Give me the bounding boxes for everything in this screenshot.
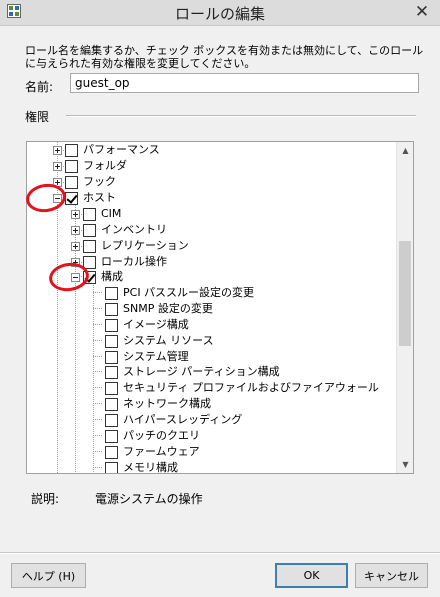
permission-checkbox[interactable]: [105, 334, 118, 348]
tree-node-inventory[interactable]: インベントリ: [71, 222, 167, 238]
close-icon[interactable]: ✕: [415, 2, 429, 22]
tree-node-label: ハイパースレッディング: [123, 413, 243, 426]
permission-checkbox[interactable]: [105, 429, 118, 443]
permission-checkbox[interactable]: [65, 159, 78, 173]
tree-node-storage-partition[interactable]: ストレージ パーティション構成: [105, 364, 280, 380]
tree-node-performance[interactable]: パフォーマンス: [53, 142, 160, 158]
permission-checkbox[interactable]: [83, 207, 96, 221]
tree-node-patch-query[interactable]: パッチのクエリ: [105, 428, 200, 444]
permission-checkbox[interactable]: [105, 365, 118, 379]
tree-node-cim[interactable]: CIM: [71, 206, 121, 222]
scroll-down-button[interactable]: ▼: [397, 456, 413, 473]
name-input[interactable]: [70, 73, 419, 93]
permission-checkbox[interactable]: [65, 143, 78, 157]
chevron-down-icon[interactable]: ▼: [402, 460, 408, 469]
tree-node-label: システム リソース: [123, 334, 214, 347]
button-separator: [0, 552, 440, 554]
tree-node-label: PCI パススルー設定の変更: [123, 286, 255, 299]
expand-icon[interactable]: [71, 241, 80, 251]
tree-node-hook[interactable]: フック: [53, 174, 116, 190]
permission-checkbox[interactable]: [105, 413, 118, 427]
expand-icon[interactable]: [53, 145, 62, 155]
tree-node-label: インベントリ: [101, 223, 167, 236]
tree-node-label: ネットワーク構成: [123, 397, 211, 410]
explanation-label: 説明:: [31, 492, 60, 506]
tree-node-network-config[interactable]: ネットワーク構成: [105, 396, 211, 412]
permission-checkbox[interactable]: [105, 445, 118, 459]
permissions-label: 権限: [25, 110, 50, 124]
tree-node-system-management[interactable]: システム管理: [105, 349, 189, 365]
tree-node-memory-config[interactable]: メモリ構成: [105, 460, 178, 474]
dialog-description: ロール名を編集するか、チェック ボックスを有効または無効にして、このロールに与え…: [25, 44, 424, 70]
chevron-up-icon[interactable]: ▲: [402, 146, 408, 155]
tree-node-label: ファームウェア: [123, 445, 200, 458]
permission-checkbox[interactable]: [105, 350, 118, 364]
permission-checkbox[interactable]: [65, 175, 78, 189]
tree-node-firmware[interactable]: ファームウェア: [105, 444, 200, 460]
tree-node-label: レプリケーション: [101, 239, 189, 252]
window-title: ロールの編集: [174, 5, 265, 23]
tree-node-label: システム管理: [123, 350, 189, 363]
scroll-thumb[interactable]: [399, 241, 411, 346]
tree-node-label: 構成: [101, 270, 123, 283]
permission-checkbox[interactable]: [105, 381, 118, 395]
tree-node-label: イメージ構成: [123, 318, 189, 331]
tree-node-image-config[interactable]: イメージ構成: [105, 317, 189, 333]
tree-node-label: パフォーマンス: [83, 143, 160, 156]
expand-icon[interactable]: [71, 225, 80, 235]
tree-node-label: フック: [83, 175, 116, 188]
tree-node-label: フォルダ: [83, 159, 127, 172]
tree-scrollbar[interactable]: ▲ ▼: [396, 142, 413, 473]
permission-checkbox[interactable]: [105, 397, 118, 411]
scroll-up-button[interactable]: ▲: [397, 142, 413, 159]
tree-node-snmp[interactable]: SNMP 設定の変更: [105, 301, 213, 317]
name-label: 名前:: [25, 80, 54, 94]
expand-icon[interactable]: [53, 161, 62, 171]
cancel-button[interactable]: キャンセル: [355, 563, 428, 588]
tree-node-hyperthreading[interactable]: ハイパースレッディング: [105, 412, 242, 428]
permission-checkbox[interactable]: [83, 239, 96, 253]
tree-node-label: SNMP 設定の変更: [123, 302, 213, 315]
tree-node-label: CIM: [101, 207, 122, 220]
tree-node-pci-passthrough[interactable]: PCI パススルー設定の変更: [105, 285, 254, 301]
permission-checkbox[interactable]: [105, 286, 118, 300]
close-button[interactable]: ✕: [408, 1, 436, 23]
permission-checkbox[interactable]: [105, 302, 118, 316]
tree-node-label: ローカル操作: [101, 255, 167, 268]
help-button[interactable]: ヘルプ (H): [11, 563, 86, 588]
permissions-tree[interactable]: パフォーマンス フォルダ フック ホスト CIM インベントリ レプリケーション…: [26, 141, 414, 474]
tree-node-label: ストレージ パーティション構成: [123, 365, 280, 378]
permission-checkbox[interactable]: [83, 223, 96, 237]
title-bar: ロールの編集 ✕: [0, 0, 440, 26]
ok-button[interactable]: OK: [275, 563, 348, 588]
permission-checkbox[interactable]: [105, 461, 118, 473]
tree-node-security-firewall[interactable]: セキュリティ プロファイルおよびファイアウォール: [105, 380, 379, 396]
tree-node-label: メモリ構成: [123, 461, 178, 474]
tree-node-system-resources[interactable]: システム リソース: [105, 333, 214, 349]
expand-icon[interactable]: [71, 209, 80, 219]
explanation-value: 電源システムの操作: [95, 492, 203, 506]
permissions-separator: [66, 115, 416, 117]
tree-node-label: パッチのクエリ: [123, 429, 200, 442]
permission-checkbox[interactable]: [105, 318, 118, 332]
tree-node-label: セキュリティ プロファイルおよびファイアウォール: [123, 381, 379, 394]
tree-node-folder[interactable]: フォルダ: [53, 158, 127, 174]
permission-checkbox[interactable]: [65, 191, 78, 205]
tree-node-replication[interactable]: レプリケーション: [71, 238, 189, 254]
tree-node-label: ホスト: [83, 191, 116, 204]
